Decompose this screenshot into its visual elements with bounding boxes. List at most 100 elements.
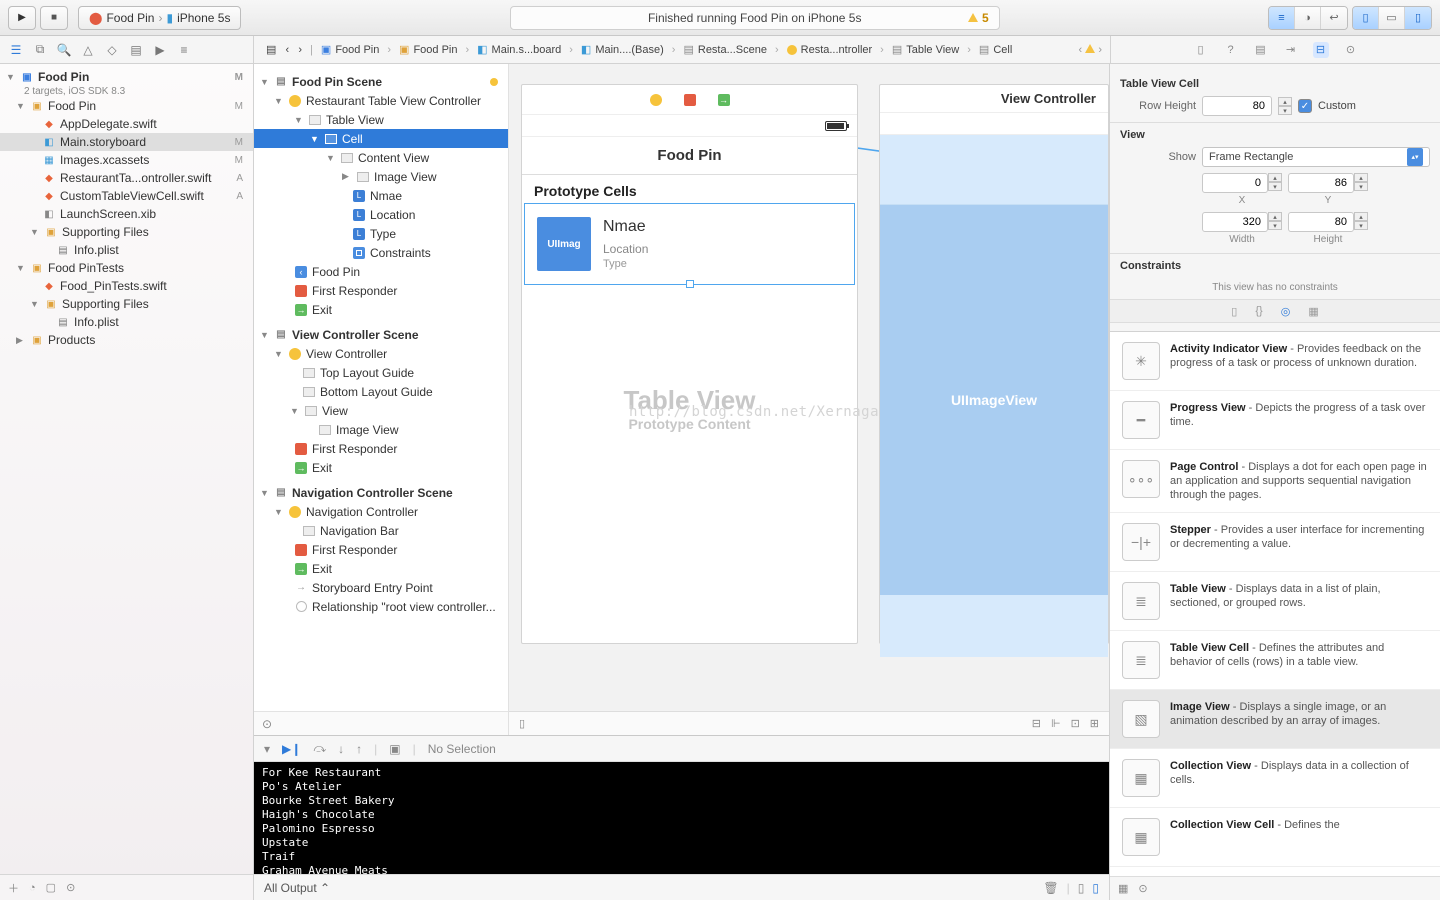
crumb-2[interactable]: ◧Main.s...board	[473, 43, 565, 56]
clear-console-icon[interactable]: 🗑	[1043, 881, 1058, 895]
x-field[interactable]	[1202, 173, 1268, 193]
vc-imageview[interactable]: UIImageView	[880, 205, 1108, 595]
scene-view-controller[interactable]: ▼▤View Controller Scene	[254, 325, 508, 344]
cell-imageview[interactable]: UIImag	[537, 217, 591, 271]
crumb-1[interactable]: ▣Food Pin	[395, 43, 461, 56]
add-icon[interactable]: ＋	[8, 880, 19, 896]
outline-filter-icon[interactable]: ⊙	[262, 717, 272, 731]
step-out-icon[interactable]: ↑	[356, 742, 362, 756]
file-info-plist-2[interactable]: ▤Info.plist	[0, 313, 253, 331]
file-inspector-icon[interactable]: ▯	[1193, 42, 1209, 58]
object-library-icon[interactable]: ◎	[1281, 305, 1291, 318]
library-filter-icon[interactable]: ⊙	[1138, 882, 1147, 895]
resolve-tool-icon[interactable]: ⊡	[1071, 717, 1080, 730]
cell-type-label[interactable]: Type	[603, 258, 648, 270]
jump-bar[interactable]: ▤ ‹ › | ▣Food Pin› ▣Food Pin› ◧Main.s...…	[254, 36, 1110, 63]
navbar-title[interactable]: Food Pin	[522, 137, 857, 175]
outline-relationship[interactable]: Relationship "root view controller...	[254, 597, 508, 616]
h-stepper[interactable]: ▴▾	[1354, 212, 1368, 232]
group-supporting-2[interactable]: ▼▣Supporting Files	[0, 295, 253, 313]
resizing-tool-icon[interactable]: ⊞	[1090, 717, 1099, 730]
scene-nav-controller[interactable]: ▼▤Navigation Controller Scene	[254, 483, 508, 502]
exit-icon[interactable]: →	[718, 94, 730, 106]
show-select[interactable]: Frame Rectangle▴▾	[1202, 147, 1430, 167]
x-stepper[interactable]: ▴▾	[1268, 173, 1282, 193]
left-panel-icon[interactable]: ▯	[1353, 7, 1379, 29]
scm-filter-icon[interactable]: ▢	[46, 881, 56, 894]
symbol-navigator-icon[interactable]: ⧉	[32, 42, 48, 58]
library-item[interactable]: ▦ Collection View - Displays data in a c…	[1110, 749, 1440, 808]
log-navigator-icon[interactable]: ≡	[176, 42, 192, 58]
variables-pane-icon[interactable]: ▯	[1078, 881, 1085, 895]
identity-inspector-icon[interactable]: ▤	[1253, 42, 1269, 58]
debug-view-icon[interactable]: ▣	[389, 742, 400, 756]
project-root[interactable]: ▼▣ Food Pin M	[0, 68, 253, 86]
issue-navigator-icon[interactable]: △	[80, 42, 96, 58]
stop-button[interactable]: ■	[40, 6, 68, 30]
crumb-4[interactable]: ▤Resta...Scene	[679, 43, 771, 56]
file-template-icon[interactable]: ▯	[1231, 305, 1237, 318]
debug-navigator-icon[interactable]: ▤	[128, 42, 144, 58]
toggle-outline-icon[interactable]: ▯	[519, 717, 525, 730]
vc-bottom-subview[interactable]	[880, 595, 1108, 657]
scene-food-pin[interactable]: ▼▤Food Pin Scene	[254, 72, 508, 91]
crumb-6[interactable]: ▤Table View	[888, 43, 963, 56]
library-item[interactable]: ≣ Table View - Displays data in a list o…	[1110, 572, 1440, 631]
pin-tool-icon[interactable]: ⊩	[1051, 717, 1061, 730]
outline-restaurant-vc[interactable]: ▼Restaurant Table View Controller	[254, 91, 508, 110]
right-panel-icon[interactable]: ▯	[1405, 7, 1431, 29]
recent-filter-icon[interactable]: ◔	[29, 882, 36, 894]
outline-exit-3[interactable]: →Exit	[254, 559, 508, 578]
cell-location-label[interactable]: Location	[603, 242, 648, 256]
row-height-stepper[interactable]: ▴▾	[1278, 97, 1292, 115]
document-outline[interactable]: ▼▤Food Pin Scene ▼Restaurant Table View …	[254, 64, 509, 735]
outline-cell[interactable]: ▼Cell	[254, 129, 508, 148]
vc-icon[interactable]	[650, 94, 662, 106]
history-buttons[interactable]: ▤ ‹ ›	[262, 43, 306, 56]
library-item[interactable]: ▧ Image View - Displays a single image, …	[1110, 690, 1440, 749]
y-stepper[interactable]: ▴▾	[1354, 173, 1368, 193]
outline-location[interactable]: LLocation	[254, 205, 508, 224]
step-in-icon[interactable]: ↓	[338, 742, 344, 756]
outline-image-view[interactable]: ▶Image View	[254, 167, 508, 186]
w-stepper[interactable]: ▴▾	[1268, 212, 1282, 232]
crumb-3[interactable]: ◧Main....(Base)	[577, 43, 668, 56]
outline-exit-2[interactable]: →Exit	[254, 458, 508, 477]
file-restaurant-controller[interactable]: ◆RestaurantTa...ontroller.swiftA	[0, 169, 253, 187]
outline-bottom-layout[interactable]: Bottom Layout Guide	[254, 382, 508, 401]
outline-vc[interactable]: ▼View Controller	[254, 344, 508, 363]
bottom-panel-icon[interactable]: ▭	[1379, 7, 1405, 29]
file-info-plist-1[interactable]: ▤Info.plist	[0, 241, 253, 259]
outline-first-responder-2[interactable]: First Responder	[254, 439, 508, 458]
view-controller-scene[interactable]: View Controller UIImageView	[879, 84, 1109, 644]
prototype-cell[interactable]: UIImag Nmae Location Type	[524, 203, 855, 285]
outline-nav-controller[interactable]: ▼Navigation Controller	[254, 502, 508, 521]
outline-entry-point[interactable]: →Storyboard Entry Point	[254, 578, 508, 597]
group-food-pin[interactable]: ▼▣Food PinM	[0, 97, 253, 115]
navigator-tree[interactable]: ▼▣ Food Pin M 2 targets, iOS SDK 8.3 ▼▣F…	[0, 64, 253, 874]
library-item[interactable]: ✳ Activity Indicator View - Provides fee…	[1110, 332, 1440, 391]
cell-name-label[interactable]: Nmae	[603, 218, 648, 236]
outline-top-layout[interactable]: Top Layout Guide	[254, 363, 508, 382]
align-tool-icon[interactable]: ⊟	[1032, 717, 1041, 730]
outline-constraints[interactable]: Constraints	[254, 243, 508, 262]
table-vc-scene[interactable]: → Food Pin Prototype Cells UIImag Nmae L…	[521, 84, 858, 644]
width-field[interactable]	[1202, 212, 1268, 232]
file-appdelegate[interactable]: ◆AppDelegate.swift	[0, 115, 253, 133]
outline-table-view[interactable]: ▼Table View	[254, 110, 508, 129]
run-button[interactable]: ▶	[8, 6, 36, 30]
media-library-icon[interactable]: ▦	[1308, 305, 1318, 318]
output-filter[interactable]: All Output ⌃	[264, 881, 330, 895]
y-field[interactable]	[1288, 173, 1354, 193]
first-responder-icon[interactable]	[684, 94, 696, 106]
outline-image-view-2[interactable]: Image View	[254, 420, 508, 439]
scheme-selector[interactable]: ⬤ Food Pin › ▮ iPhone 5s	[78, 6, 241, 30]
test-navigator-icon[interactable]: ◇	[104, 42, 120, 58]
crumb-7[interactable]: ▤Cell	[975, 43, 1016, 56]
outline-content-view[interactable]: ▼Content View	[254, 148, 508, 167]
search-navigator-icon[interactable]: 🔍	[56, 42, 72, 58]
file-images-xcassets[interactable]: ▦Images.xcassetsM	[0, 151, 253, 169]
outline-type[interactable]: LType	[254, 224, 508, 243]
library-item[interactable]: ∘∘∘ Page Control - Displays a dot for ea…	[1110, 450, 1440, 513]
vc-top-subview[interactable]	[880, 135, 1108, 205]
